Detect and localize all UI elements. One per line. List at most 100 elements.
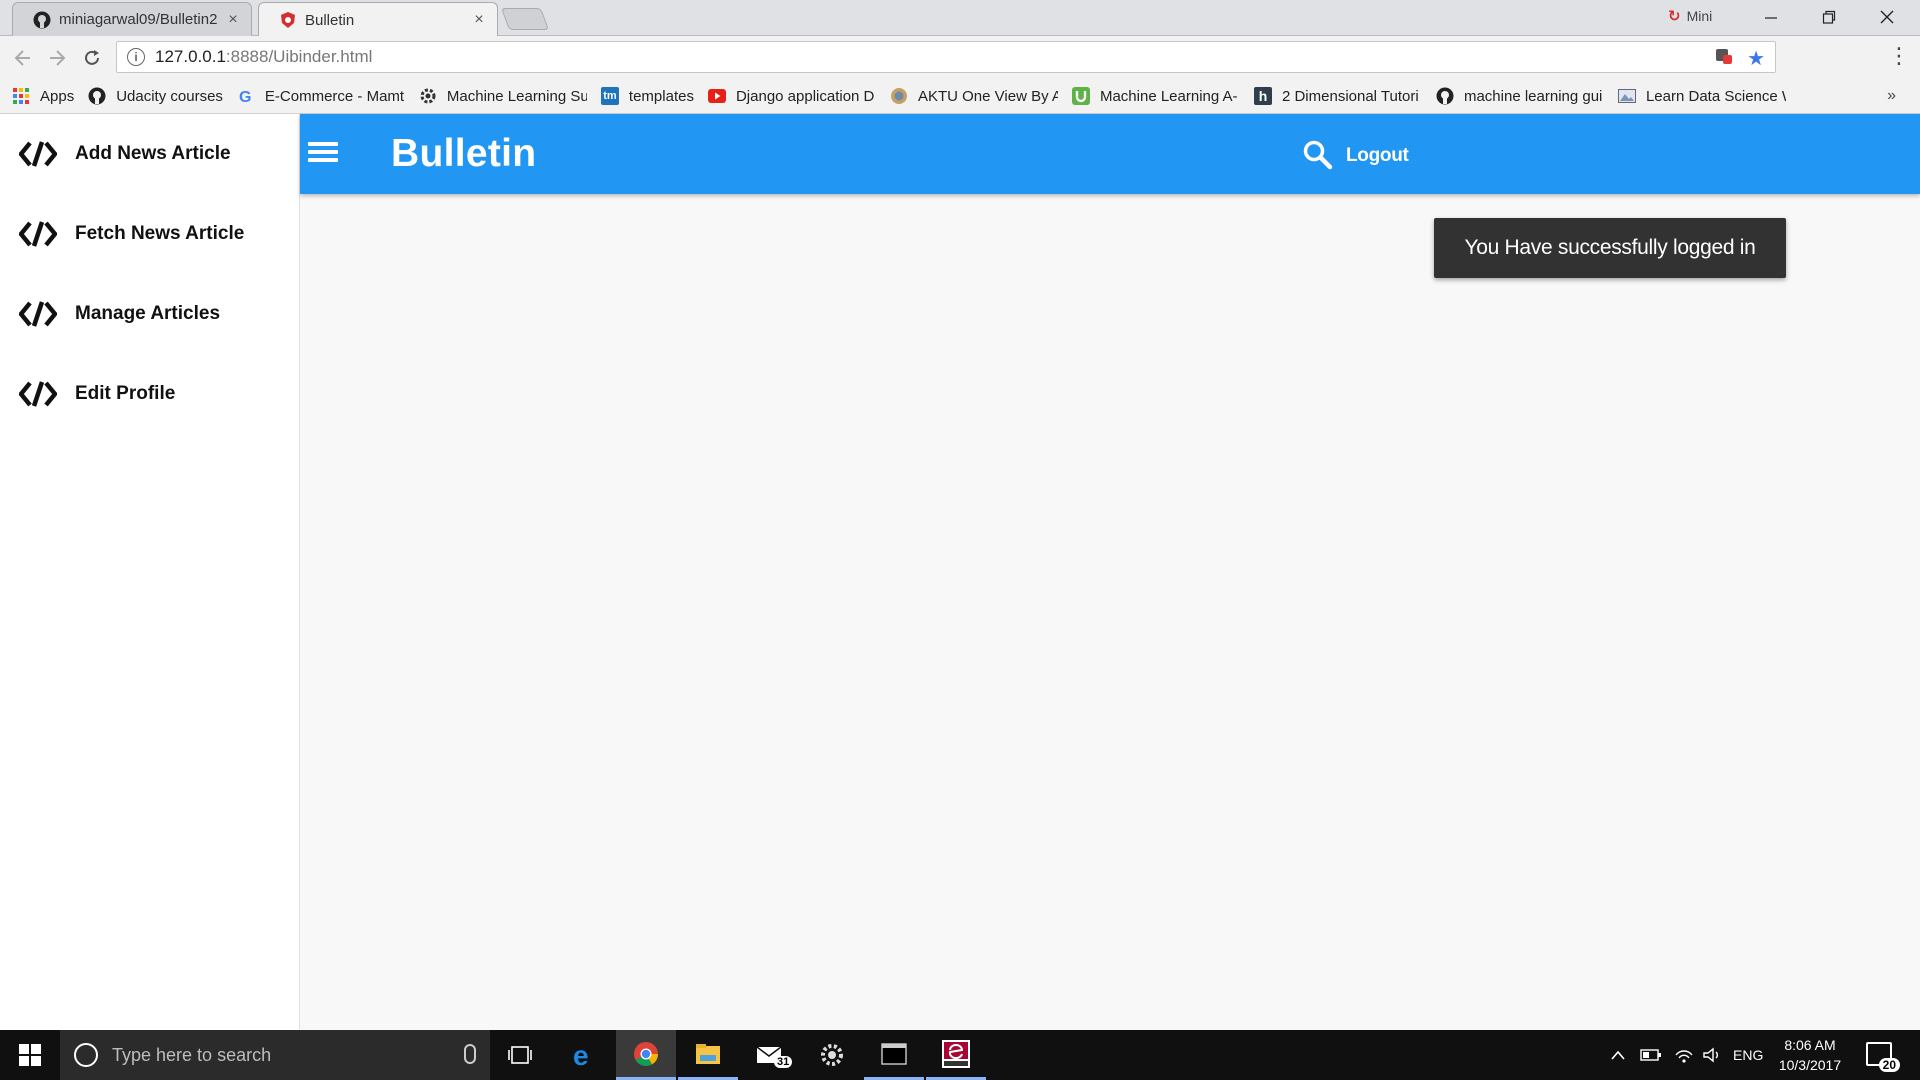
taskbar-mail[interactable]: 31 [740,1030,800,1080]
taskbar-clock[interactable]: 8:06 AM 10/3/2017 [1770,1035,1850,1075]
browser-toolbar: i 127.0.0.1:8888/Uibinder.html ★ ⋮ [0,36,1920,79]
bookmark-label: 2 Dimensional Tutori [1281,87,1419,105]
logout-button[interactable]: Logout [1346,145,1409,167]
tab-close-icon[interactable]: × [225,11,241,29]
edge-icon: e [573,1042,589,1068]
new-tab-button[interactable] [500,8,550,30]
hamburger-menu-icon[interactable] [308,142,338,166]
windows-taskbar: Type here to search e 31 ENG 8:06 AM 10/… [0,1030,1920,1080]
drawer-item-fetch-news-article[interactable]: Fetch News Article [0,194,299,274]
bookmark-aktu[interactable]: AKTU One View By A [890,87,1058,105]
microphone-icon[interactable] [464,1044,476,1064]
profile-name: Mini [1686,8,1713,24]
drawer-item-label: Fetch News Article [75,223,245,244]
emblem-icon [890,87,908,105]
tab-title: Bulletin [305,11,355,29]
tab-title: miniagarwal09/Bulletin2 [59,11,218,28]
drawer-item-edit-profile[interactable]: Edit Profile [0,354,299,434]
drawer-item-manage-articles[interactable]: Manage Articles [0,274,299,354]
youtube-icon [707,87,726,105]
terminal-icon [881,1042,907,1065]
bookmark-apps[interactable]: Apps [12,87,74,105]
tm-icon: tm [600,87,619,105]
sync-error-icon: ↻ [1668,8,1681,25]
taskbar-edge[interactable]: e [554,1030,614,1080]
tab-github[interactable]: miniagarwal09/Bulletin2 × [12,2,252,36]
drawer-item-label: Edit Profile [75,383,176,404]
app-title: Bulletin [391,132,537,175]
notification-count: 20 [1878,1058,1900,1072]
show-hidden-icons-button[interactable] [1610,1030,1626,1080]
forward-arrow-icon [50,50,66,66]
bookmark-ml-survey[interactable]: Machine Learning Su [419,87,587,105]
h-icon: h [1253,87,1272,105]
bookmark-udacity[interactable]: Udacity courses [88,87,223,105]
udemy-icon [1071,87,1090,105]
profile-button[interactable]: ↻ Mini [1668,7,1712,25]
nav-drawer: Add News Article Fetch News Article Mana… [0,114,300,1030]
speaker-icon [1703,1047,1718,1063]
drawer-item-add-news-article[interactable]: Add News Article [0,114,299,194]
bookmark-label: AKTU One View By A [917,87,1058,105]
battery-status[interactable] [1640,1030,1662,1080]
taskbar-file-explorer[interactable] [678,1030,738,1080]
folder-icon [696,1043,720,1064]
browser-tab-strip: miniagarwal09/Bulletin2 × Bulletin × ↻ M… [0,0,1920,37]
bookmark-2d-tutorial[interactable]: h 2 Dimensional Tutori [1253,87,1422,105]
bookmark-label: Udacity courses [116,87,223,105]
bookmark-templates[interactable]: tm templates [600,87,694,105]
back-button[interactable] [9,44,37,72]
reload-icon [85,50,99,65]
volume-status[interactable] [1702,1030,1722,1080]
minimize-icon [1765,17,1777,19]
network-status[interactable] [1674,1030,1694,1080]
bookmark-label: templates [628,87,694,105]
login-success-toast: You Have successfully logged in [1434,218,1786,278]
search-placeholder: Type here to search [112,1044,272,1065]
action-center-button[interactable]: 20 [1866,1042,1900,1072]
restore-button[interactable] [1800,0,1858,34]
bookmark-ml-az[interactable]: Machine Learning A- [1071,87,1240,105]
minimize-button[interactable] [1742,0,1800,34]
taskbar-chrome[interactable] [616,1030,676,1080]
battery-icon [1640,1049,1661,1061]
bookmark-data-science[interactable]: Learn Data Science W [1617,87,1786,105]
image-icon [1617,87,1636,105]
back-arrow-icon [14,50,30,66]
url-host: 127.0.0.1 [155,47,226,66]
search-icon[interactable] [1302,139,1334,171]
input-language[interactable]: ENG [1733,1030,1763,1080]
tab-bulletin[interactable]: Bulletin × [258,2,498,37]
taskbar-settings-app[interactable] [802,1030,862,1080]
reload-button[interactable] [78,44,106,72]
bookmark-django[interactable]: Django application D [707,87,876,105]
taskbar-erlang[interactable] [926,1030,986,1080]
bookmark-ml-guide[interactable]: machine learning gui [1436,87,1604,105]
more-bookmarks-icon[interactable]: » [1887,87,1896,105]
drawer-item-label: Manage Articles [75,303,221,324]
github-icon [33,11,51,29]
wifi-icon [1675,1050,1693,1063]
bookmark-ecommerce[interactable]: G E-Commerce - Mamt [237,87,405,106]
github-icon [1436,87,1454,105]
forward-button[interactable] [43,44,71,72]
bookmark-star-icon[interactable]: ★ [1747,46,1765,71]
windows-start-button[interactable] [0,1030,60,1080]
code-icon [18,299,58,329]
tab-close-icon[interactable]: × [471,11,487,29]
bookmarks-bar: Apps Udacity courses G E-Commerce - Mamt… [0,79,1920,114]
windows-logo-icon [19,1044,41,1066]
chrome-menu-icon[interactable]: ⋮ [1888,45,1910,67]
translate-icon[interactable] [1715,47,1733,70]
taskbar-search-box[interactable]: Type here to search [60,1030,490,1080]
svg-text:e: e [573,1042,589,1068]
chrome-icon [634,1041,658,1066]
restore-icon [1822,10,1836,24]
taskbar-terminal[interactable] [864,1030,924,1080]
code-icon [18,219,58,249]
close-window-button[interactable] [1858,0,1916,34]
erlang-icon [942,1039,970,1068]
task-view-button[interactable] [490,1030,550,1080]
close-icon [1880,10,1894,24]
address-bar[interactable]: i 127.0.0.1:8888/Uibinder.html ★ [116,41,1776,73]
